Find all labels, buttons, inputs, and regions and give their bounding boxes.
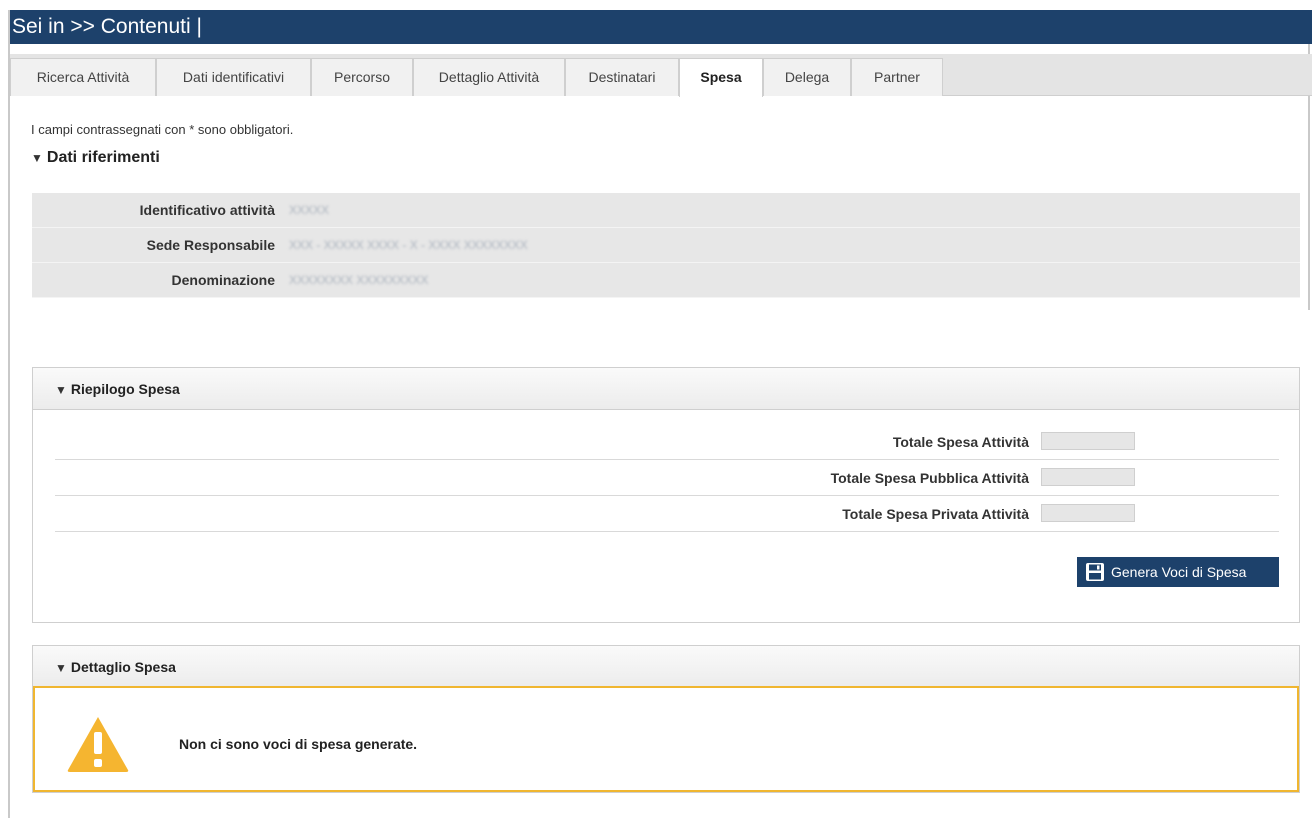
- tab-percorso[interactable]: Percorso: [311, 58, 413, 96]
- totale-spesa-field: [1041, 432, 1135, 450]
- tab-dettaglio-attivita[interactable]: Dettaglio Attività: [413, 58, 565, 96]
- tab-partner[interactable]: Partner: [851, 58, 943, 96]
- field-row-denominazione: Denominazione XXXXXXXX XXXXXXXXX: [32, 263, 1300, 298]
- dati-riferimenti-header[interactable]: ▼ Dati riferimenti: [31, 149, 160, 167]
- dati-riferimenti-table: Identificativo attività XXXXX Sede Respo…: [32, 193, 1300, 298]
- triangle-down-icon: ▼: [55, 661, 67, 675]
- genera-voci-spesa-button[interactable]: Genera Voci di Spesa: [1077, 557, 1279, 587]
- panel-title: Riepilogo Spesa: [70, 381, 180, 397]
- field-row-identificativo: Identificativo attività XXXXX: [32, 193, 1300, 228]
- field-value: XXX - XXXXX XXXX - X - XXXX XXXXXXXX: [289, 238, 528, 252]
- totale-spesa-pubblica-row: Totale Spesa Pubblica Attività: [55, 461, 1279, 496]
- tab-delega[interactable]: Delega: [763, 58, 851, 96]
- totale-spesa-privata-row: Totale Spesa Privata Attività: [55, 497, 1279, 532]
- totale-spesa-label: Totale Spesa Attività: [892, 434, 1029, 450]
- triangle-down-icon: ▼: [55, 383, 67, 397]
- totale-spesa-privata-label: Totale Spesa Privata Attività: [842, 506, 1029, 522]
- field-label: Denominazione: [171, 272, 275, 288]
- totale-spesa-row: Totale Spesa Attività: [55, 425, 1279, 460]
- panel-title: Dettaglio Spesa: [70, 659, 176, 675]
- totale-spesa-pubblica-field: [1041, 468, 1135, 486]
- tab-spesa[interactable]: Spesa: [679, 58, 763, 97]
- dettaglio-spesa-header[interactable]: ▼ Dettaglio Spesa: [33, 646, 1299, 688]
- warning-message-box: Non ci sono voci di spesa generate.: [33, 686, 1299, 792]
- field-value: XXXXXXXX XXXXXXXXX: [289, 273, 429, 287]
- riepilogo-spesa-panel: ▼ Riepilogo Spesa Totale Spesa Attività T…: [32, 367, 1300, 623]
- frame-border-left: [8, 10, 10, 818]
- totale-spesa-privata-field: [1041, 504, 1135, 522]
- field-value: XXXXX: [289, 203, 330, 217]
- tab-ricerca-attivita[interactable]: Ricerca Attività: [10, 58, 156, 96]
- field-row-sede: Sede Responsabile XXX - XXXXX XXXX - X -…: [32, 228, 1300, 263]
- field-label: Sede Responsabile: [146, 237, 275, 253]
- tab-destinatari[interactable]: Destinatari: [565, 58, 679, 96]
- tab-dati-identificativi[interactable]: Dati identificativi: [156, 58, 311, 96]
- warning-message: Non ci sono voci di spesa generate.: [179, 736, 418, 752]
- field-label: Identificativo attività: [139, 202, 275, 218]
- totale-spesa-pubblica-label: Totale Spesa Pubblica Attività: [830, 470, 1029, 486]
- breadcrumb-title-bar: Sei in >> Contenuti |: [10, 10, 1312, 44]
- riepilogo-spesa-header[interactable]: ▼ Riepilogo Spesa: [33, 368, 1299, 410]
- dettaglio-spesa-panel: ▼ Dettaglio Spesa Non ci sono voci di spe…: [32, 645, 1300, 793]
- section-title: Dati riferimenti: [46, 149, 160, 166]
- triangle-down-icon: ▼: [31, 151, 43, 165]
- breadcrumb: Sei in >> Contenuti |: [12, 15, 202, 38]
- button-label: Genera Voci di Spesa: [1111, 564, 1247, 580]
- tab-bar: Ricerca Attività Dati identificativi Per…: [10, 54, 1312, 97]
- warning-triangle-icon: [67, 717, 129, 772]
- floppy-disk-icon: [1086, 563, 1104, 581]
- required-fields-note: I campi contrassegnati con * sono obblig…: [31, 122, 294, 137]
